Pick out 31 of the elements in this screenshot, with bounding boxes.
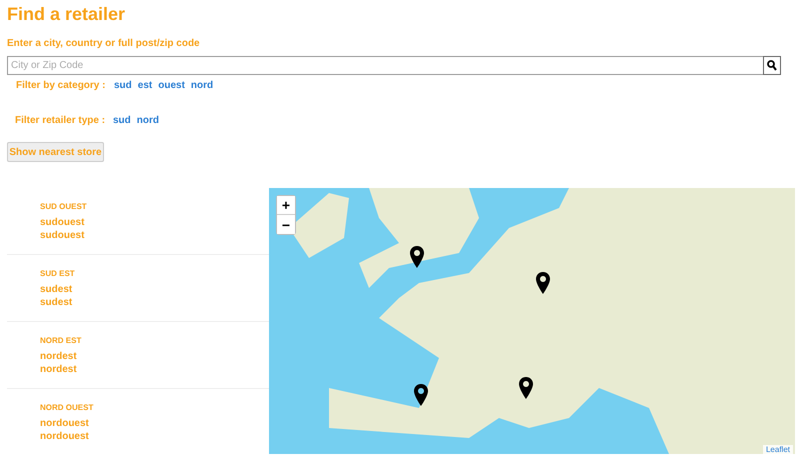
filter-link[interactable]: est: [138, 80, 152, 91]
region-heading: SUD EST: [40, 269, 75, 278]
retailer-link[interactable]: nordouest: [40, 430, 89, 443]
map-pin-icon[interactable]: [536, 272, 550, 294]
page-title: Find a retailer: [7, 4, 126, 24]
retailer-link[interactable]: sudouest: [40, 216, 84, 229]
zoom-in-button[interactable]: +: [277, 196, 295, 215]
attribution-link[interactable]: Leaflet: [762, 445, 793, 454]
retailer-link[interactable]: nordouest: [40, 417, 89, 430]
search-label: Enter a city, country or full post/zip code: [7, 38, 201, 49]
filter-label: Filter retailer type :: [15, 115, 106, 126]
filter-link[interactable]: sud: [114, 80, 132, 91]
region-heading: NORD OUEST: [40, 403, 94, 412]
map-pin-icon[interactable]: [414, 384, 428, 406]
search-button[interactable]: [763, 56, 781, 75]
retailer-link[interactable]: sudest: [40, 296, 72, 309]
region-heading: NORD EST: [40, 336, 82, 345]
filter-link[interactable]: ouest: [158, 80, 185, 91]
search-field[interactable]: City or Zip Code: [7, 56, 763, 75]
filter-link[interactable]: sud: [113, 115, 131, 126]
retailer-link[interactable]: nordest: [40, 350, 77, 363]
retailer-link[interactable]: sudouest: [40, 229, 84, 242]
map-pin-icon[interactable]: [519, 377, 533, 399]
retailer-link[interactable]: sudest: [40, 283, 72, 296]
filter-link[interactable]: nord: [136, 115, 159, 126]
search-icon: [767, 60, 777, 71]
filter-link[interactable]: nord: [190, 80, 214, 91]
region-heading: SUD OUEST: [40, 202, 87, 211]
map-pin-icon[interactable]: [410, 246, 424, 268]
retailer-link[interactable]: nordest: [40, 363, 77, 376]
filter-label: Filter by category :: [16, 80, 106, 91]
